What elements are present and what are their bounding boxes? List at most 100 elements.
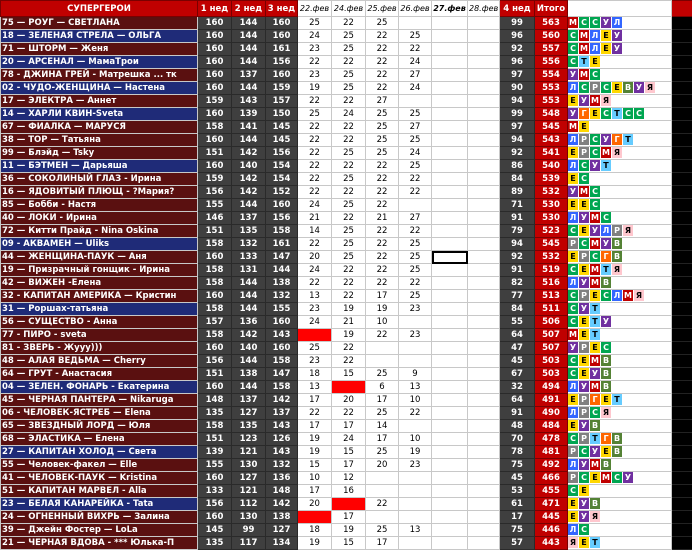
week-score-cell[interactable]: 160 [197, 42, 232, 56]
day-score-cell[interactable] [467, 289, 500, 303]
week-4-cell[interactable]: 79 [499, 224, 535, 238]
total-cell[interactable]: 530 [534, 198, 568, 212]
week-score-cell[interactable]: 160 [197, 29, 232, 43]
badges-cell[interactable]: ЛС [567, 523, 672, 537]
day-score-cell[interactable] [467, 341, 500, 355]
week-4-cell[interactable]: 32 [499, 380, 535, 394]
day-score-cell[interactable]: 25 [331, 198, 366, 212]
day-score-cell[interactable] [467, 458, 500, 472]
day-score-cell[interactable] [398, 341, 432, 355]
total-cell[interactable]: 507 [534, 341, 568, 355]
day-score-cell[interactable]: 25 [331, 81, 366, 95]
week-score-cell[interactable]: 135 [197, 536, 232, 550]
hero-name-cell[interactable]: 71 — ШТОРМ — Женя [0, 42, 198, 56]
hero-name-cell[interactable]: 85 — Бобби - Настя [0, 198, 198, 212]
day-score-cell[interactable]: 22 [365, 198, 399, 212]
total-cell[interactable]: 516 [534, 276, 568, 290]
day-score-cell[interactable]: 22 [365, 276, 399, 290]
week-score-cell[interactable]: 152 [265, 185, 298, 199]
day-score-cell[interactable] [431, 211, 468, 225]
extra-cell[interactable] [671, 133, 692, 147]
day-score-cell[interactable] [467, 237, 500, 251]
day-score-cell[interactable]: 25 [365, 16, 399, 30]
day-score-cell[interactable]: 22 [365, 224, 399, 238]
extra-cell[interactable] [671, 354, 692, 368]
total-cell[interactable]: 545 [534, 237, 568, 251]
week-4-cell[interactable]: 75 [499, 458, 535, 472]
day-score-cell[interactable]: 25 [331, 42, 366, 56]
day-score-cell[interactable]: 22 [297, 133, 332, 147]
total-cell[interactable]: 556 [534, 55, 568, 69]
day-score-cell[interactable]: 25 [331, 250, 366, 264]
total-cell[interactable]: 466 [534, 471, 568, 485]
week-score-cell[interactable]: 123 [231, 432, 266, 446]
week-score-cell[interactable]: 135 [231, 419, 266, 433]
hero-name-cell[interactable]: 48 — АЛАЯ ВЕДЬМА — Cherry [0, 354, 198, 368]
day-score-cell[interactable] [365, 484, 399, 498]
day-score-cell[interactable]: 22 [365, 237, 399, 251]
day-score-cell[interactable]: 25 [365, 120, 399, 134]
badges-cell[interactable]: МЕТ [567, 328, 672, 342]
extra-cell[interactable] [671, 289, 692, 303]
day-score-cell[interactable]: 22 [331, 16, 366, 30]
day-score-cell[interactable]: 22 [331, 94, 366, 108]
week-score-cell[interactable]: 144 [231, 276, 266, 290]
day-score-cell[interactable] [398, 484, 432, 498]
extra-cell[interactable] [671, 198, 692, 212]
day-score-cell[interactable] [331, 497, 366, 511]
hero-name-cell[interactable]: 27 — КАПИТАН ХОЛОД — Света [0, 445, 198, 459]
day-score-cell[interactable] [431, 42, 468, 56]
week-4-cell[interactable]: 47 [499, 341, 535, 355]
week-score-cell[interactable]: 137 [231, 393, 266, 407]
day-score-cell[interactable]: 20 [365, 458, 399, 472]
day-score-cell[interactable]: 22 [297, 55, 332, 69]
week-score-cell[interactable]: 160 [197, 107, 232, 121]
total-cell[interactable]: 545 [534, 120, 568, 134]
day-score-cell[interactable]: 25 [365, 146, 399, 160]
day-score-cell[interactable] [431, 289, 468, 303]
week-score-cell[interactable]: 142 [265, 393, 298, 407]
week-4-cell[interactable]: 48 [499, 419, 535, 433]
badges-cell[interactable]: ЛРСУГТ [567, 133, 672, 147]
week-4-cell[interactable]: 17 [499, 510, 535, 524]
week-score-cell[interactable]: 157 [197, 315, 232, 329]
day-score-cell[interactable]: 22 [365, 263, 399, 277]
hero-name-cell[interactable]: 78 - ДЖИНА ГРЕЙ - Матрешка ... тк [0, 68, 198, 82]
week-4-cell[interactable]: 90 [499, 81, 535, 95]
day-score-cell[interactable] [331, 380, 366, 394]
week-score-cell[interactable]: 156 [265, 211, 298, 225]
day-score-cell[interactable]: 22 [331, 159, 366, 173]
week-score-cell[interactable]: 158 [197, 120, 232, 134]
week-4-cell[interactable]: 97 [499, 68, 535, 82]
day-score-cell[interactable]: 22 [398, 42, 432, 56]
hero-name-cell[interactable]: 72 — Китти Прайд - Nina Oskina [0, 224, 198, 238]
day-score-cell[interactable] [398, 510, 432, 524]
day-score-cell[interactable]: 25 [365, 107, 399, 121]
badges-cell[interactable]: УГЕСТСС [567, 107, 672, 121]
extra-cell[interactable] [671, 484, 692, 498]
day-score-cell[interactable] [365, 354, 399, 368]
badges-cell[interactable]: СМЛЕУ [567, 42, 672, 56]
extra-cell[interactable] [671, 302, 692, 316]
week-4-cell[interactable]: 99 [499, 16, 535, 30]
week-score-cell[interactable]: 146 [197, 211, 232, 225]
day-score-cell[interactable]: 16 [331, 484, 366, 498]
badges-cell[interactable]: СМЛЕУ [567, 29, 672, 43]
day-score-cell[interactable] [467, 445, 500, 459]
day-score-cell[interactable] [467, 55, 500, 69]
week-score-cell[interactable]: 160 [197, 250, 232, 264]
week-score-cell[interactable]: 135 [197, 406, 232, 420]
day-score-cell[interactable] [467, 536, 500, 550]
total-cell[interactable]: 541 [534, 146, 568, 160]
day-score-cell[interactable] [431, 341, 468, 355]
day-score-cell[interactable]: 23 [297, 42, 332, 56]
week-score-cell[interactable]: 158 [197, 302, 232, 316]
extra-cell[interactable] [671, 120, 692, 134]
day-score-cell[interactable] [467, 315, 500, 329]
day-score-cell[interactable] [467, 367, 500, 381]
day-score-cell[interactable] [467, 523, 500, 537]
week-score-cell[interactable]: 126 [265, 432, 298, 446]
extra-cell[interactable] [671, 172, 692, 186]
week-4-cell[interactable]: 92 [499, 42, 535, 56]
week-4-cell[interactable]: 45 [499, 354, 535, 368]
